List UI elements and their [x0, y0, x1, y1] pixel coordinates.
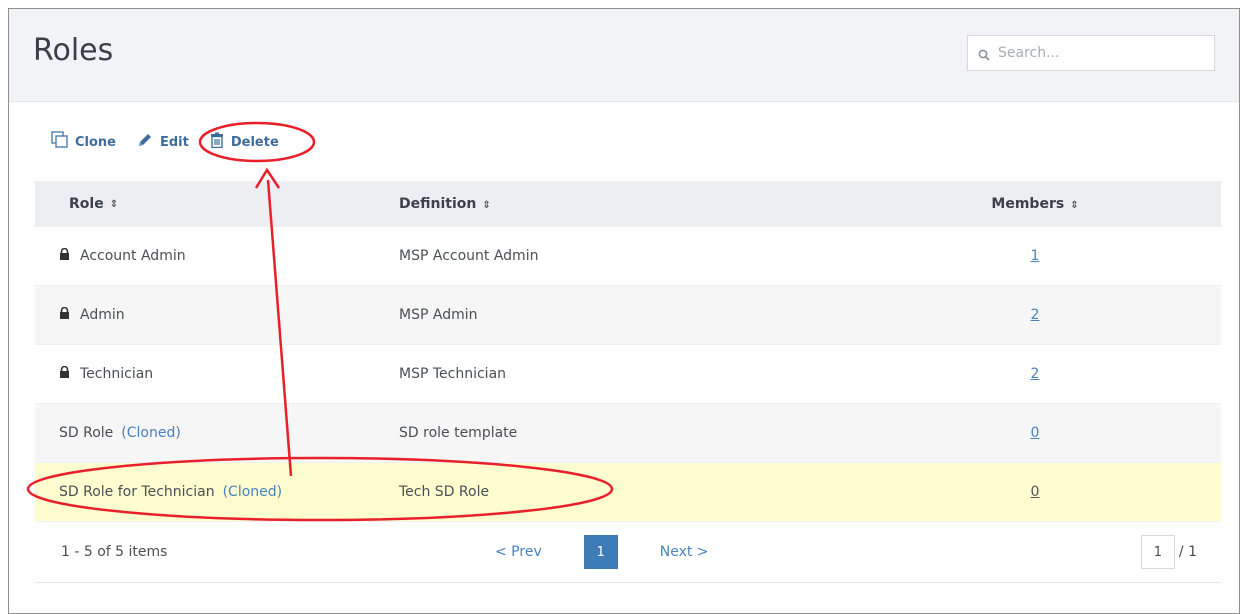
members-link[interactable]: 0	[1031, 484, 1040, 500]
page-title: Roles	[33, 33, 114, 68]
clone-label: Clone	[75, 134, 116, 150]
clone-icon	[51, 131, 75, 153]
table-row[interactable]: SD Role (Cloned) SD role template 0	[35, 404, 1221, 463]
table-row[interactable]: Technician MSP Technician 2	[35, 345, 1221, 404]
cloned-tag: (Cloned)	[222, 484, 283, 500]
role-name: Account Admin	[80, 248, 186, 264]
pencil-icon	[136, 131, 160, 153]
column-header-role[interactable]: Role ⇕	[35, 196, 375, 212]
members-link[interactable]: 2	[1031, 307, 1040, 323]
role-definition: MSP Technician	[399, 366, 507, 382]
next-page-button[interactable]: Next >	[660, 544, 709, 560]
sort-icon: ⇕	[109, 198, 119, 210]
role-definition: SD role template	[399, 425, 518, 441]
trash-icon	[209, 132, 231, 152]
column-header-definition[interactable]: Definition ⇕	[375, 196, 935, 212]
cloned-tag: (Cloned)	[121, 425, 181, 441]
sort-icon: ⇕	[482, 200, 491, 211]
sort-icon: ⇕	[1070, 200, 1079, 211]
search-box[interactable]	[967, 35, 1215, 71]
clone-button[interactable]: Clone	[51, 131, 116, 153]
total-pages: / 1	[1178, 544, 1197, 560]
role-definition: MSP Admin	[399, 307, 478, 323]
pagination-bar: 1 - 5 of 5 items < Prev 1 Next > / 1	[35, 522, 1221, 583]
table-row[interactable]: Account Admin MSP Account Admin 1	[35, 227, 1221, 286]
role-name: SD Role for Technician	[59, 484, 215, 500]
roles-table: Role ⇕ Definition ⇕ Members ⇕ Account Admin…	[35, 181, 1221, 583]
role-name: Technician	[80, 366, 154, 382]
page-nav: < Prev 1 Next >	[495, 535, 709, 569]
delete-button[interactable]: Delete	[209, 132, 279, 152]
page-number-input[interactable]	[1140, 535, 1175, 569]
role-definition: MSP Account Admin	[399, 248, 539, 264]
table-row-selected[interactable]: SD Role for Technician (Cloned) Tech SD …	[35, 463, 1221, 522]
table-header: Role ⇕ Definition ⇕ Members ⇕	[35, 181, 1221, 227]
edit-button[interactable]: Edit	[136, 131, 189, 153]
column-header-members[interactable]: Members ⇕	[935, 196, 1095, 212]
edit-label: Edit	[160, 134, 189, 150]
members-link[interactable]: 0	[1031, 425, 1040, 441]
search-input[interactable]	[996, 44, 1200, 62]
roles-panel: Roles Clone Edit Delete	[8, 8, 1240, 614]
role-name: SD Role	[59, 425, 114, 441]
page-1-button[interactable]: 1	[583, 535, 618, 569]
action-toolbar: Clone Edit Delete	[51, 131, 299, 153]
search-icon	[978, 46, 992, 61]
lock-icon	[59, 365, 70, 382]
members-link[interactable]: 1	[1031, 248, 1040, 264]
role-name: Admin	[80, 307, 125, 323]
prev-page-button[interactable]: < Prev	[495, 544, 542, 560]
table-row[interactable]: Admin MSP Admin 2	[35, 286, 1221, 345]
item-count: 1 - 5 of 5 items	[61, 544, 168, 560]
lock-icon	[59, 247, 70, 264]
page-header: Roles	[9, 9, 1239, 102]
lock-icon	[59, 306, 70, 323]
role-definition: Tech SD Role	[399, 484, 490, 500]
delete-label: Delete	[230, 134, 279, 150]
members-link[interactable]: 2	[1031, 366, 1040, 382]
page-jump: / 1	[1140, 535, 1197, 569]
